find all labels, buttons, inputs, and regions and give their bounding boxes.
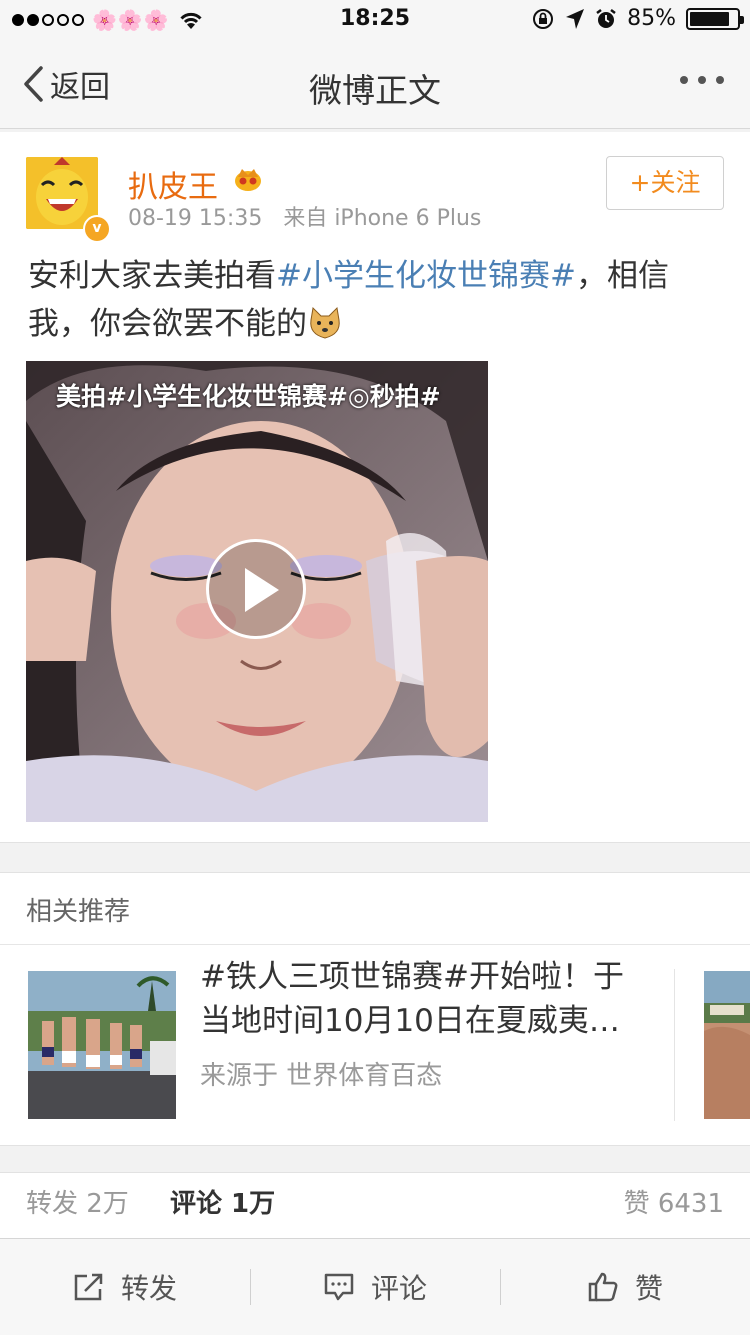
post-meta: 08-19 15:35 来自 iPhone 6 Plus bbox=[128, 200, 495, 232]
repost-label: 转发 bbox=[120, 1272, 177, 1305]
nav-bar: 返回 微博正文 bbox=[0, 40, 750, 129]
verified-badge-icon: v bbox=[83, 215, 111, 243]
doge-emoji-icon bbox=[310, 306, 340, 339]
video-caption: 美拍#小学生化妆世锦赛#◎秒拍# bbox=[56, 382, 441, 411]
related-source: 来源于 世界体育百态 bbox=[200, 1061, 443, 1091]
like-button[interactable]: 赞 bbox=[500, 1239, 750, 1335]
post-text-before: 安利大家去美拍看 bbox=[28, 258, 276, 294]
post-source: 来自 iPhone 6 Plus bbox=[283, 206, 482, 231]
stats-bar: 转发 2万 评论 1万 赞 6431 bbox=[0, 1172, 750, 1239]
like-label: 赞 bbox=[634, 1272, 663, 1305]
more-icon[interactable] bbox=[680, 76, 724, 84]
comment-button[interactable]: 评论 bbox=[250, 1239, 500, 1335]
play-button[interactable] bbox=[206, 539, 306, 639]
triathlon-photo-image bbox=[28, 971, 176, 1119]
comment-count[interactable]: 评论 1万 bbox=[170, 1183, 275, 1220]
related-section: 相关推荐 #铁人三项世锦赛#开始啦！于 当地时间10月10日在夏威夷… 来源于 … bbox=[0, 872, 750, 1146]
rotation-lock-icon bbox=[533, 8, 554, 29]
post-time: 08-19 15:35 bbox=[128, 206, 263, 231]
post-card: v 扒皮王 08-19 15:35 来自 iPhone 6 Plus +关注 安… bbox=[0, 132, 750, 843]
related-heading: 相关推荐 bbox=[26, 897, 131, 927]
battery-percent: 85% bbox=[627, 6, 676, 31]
status-right: 85% bbox=[531, 6, 744, 31]
share-icon bbox=[74, 1273, 103, 1301]
repost-count[interactable]: 转发 2万 bbox=[26, 1183, 129, 1220]
battery-icon bbox=[686, 7, 744, 30]
follow-button[interactable]: +关注 bbox=[606, 156, 724, 210]
alarm-clock-icon bbox=[596, 8, 616, 28]
location-arrow-icon bbox=[566, 8, 585, 29]
next-photo-image bbox=[704, 971, 750, 1119]
bottom-toolbar: 转发 评论 赞 bbox=[0, 1238, 750, 1335]
related-thumbnail-next[interactable] bbox=[704, 971, 750, 1119]
play-icon bbox=[245, 568, 279, 612]
related-thumbnail bbox=[28, 971, 176, 1119]
divider bbox=[674, 969, 675, 1121]
repost-button[interactable]: 转发 bbox=[0, 1239, 250, 1335]
status-bar: 🌸🌸🌸 18:25 85% bbox=[0, 0, 750, 40]
comment-icon bbox=[324, 1273, 354, 1301]
like-count[interactable]: 赞 6431 bbox=[624, 1183, 724, 1220]
comment-label: 评论 bbox=[370, 1272, 427, 1305]
thumbs-up-icon bbox=[588, 1272, 618, 1302]
post-text: 安利大家去美拍看#小学生化妆世锦赛#，相信我，你会欲罢不能的 bbox=[28, 252, 728, 348]
video-thumbnail[interactable]: 美拍#小学生化妆世锦赛#◎秒拍# bbox=[26, 361, 488, 822]
related-title: #铁人三项世锦赛#开始啦！于 当地时间10月10日在夏威夷… bbox=[200, 955, 660, 1043]
related-title-line2: 当地时间10月10日在夏威夷… bbox=[200, 1003, 620, 1039]
vip-crown-icon[interactable] bbox=[233, 164, 263, 192]
page-title: 微博正文 bbox=[309, 71, 441, 110]
topic-link[interactable]: #小学生化妆世锦赛# bbox=[276, 258, 576, 294]
related-item[interactable]: #铁人三项世锦赛#开始啦！于 当地时间10月10日在夏威夷… 来源于 世界体育百… bbox=[0, 945, 676, 1145]
related-title-line1: #铁人三项世锦赛#开始啦！于 bbox=[200, 959, 624, 995]
